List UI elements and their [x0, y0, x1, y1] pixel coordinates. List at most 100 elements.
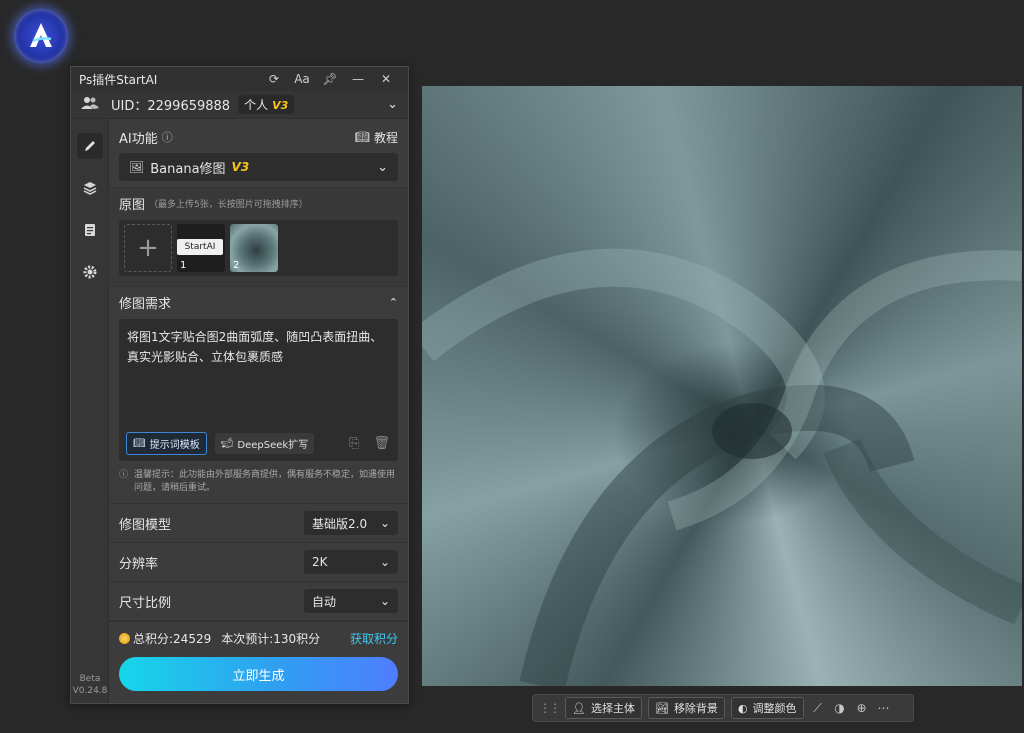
contextual-toolbar: ⋮⋮ 👤︎ 选择主体 🏞︎ 移除背景 ◐ 调整颜色 ⟋ ◑ ⊕ ⋯ [532, 694, 914, 722]
info-icon: ⓘ [119, 470, 129, 480]
param-label: 尺寸比例 [119, 595, 172, 611]
image-thumbnail[interactable]: 2 [230, 224, 278, 272]
source-images-section: 原图 （最多上传5张，长按图片可拖拽排序） + StartAI 1 2 [109, 188, 408, 287]
param-label: 分辨率 [119, 556, 159, 572]
param-aspect-ratio: 尺寸比例 自动 ⌄ [109, 582, 408, 621]
app-logo[interactable] [14, 9, 68, 63]
user-id: UID：2299659888 [111, 99, 231, 114]
requirement-label: 修图需求 [119, 296, 172, 312]
book-icon: 📖︎ [354, 130, 370, 144]
thumbnail-number: 1 [180, 260, 187, 271]
panel-title: Ps插件StartAI [79, 72, 158, 87]
users-icon [81, 96, 101, 114]
person-icon: 👤︎ [572, 701, 586, 715]
close-icon[interactable]: ✕ [372, 72, 400, 86]
landscape-icon: 🏞︎ [654, 701, 669, 715]
prompt-template-button[interactable]: 📖︎ 提示词模板 [126, 432, 207, 455]
panel-titlebar: Ps插件StartAI ⟳ Aa 📌︎ — ✕ [71, 67, 408, 91]
layer-add-icon[interactable]: ⊕ [854, 701, 870, 715]
total-points: 总积分:24529 [133, 632, 212, 646]
tutorial-label: 教程 [373, 130, 398, 145]
font-size-button[interactable]: Aa [288, 72, 316, 86]
panel-footer: 总积分:24529 本次预计:130积分 获取积分 立即生成 [109, 621, 408, 703]
aspect-ratio-value: 自动 [312, 594, 337, 609]
version-label: V0.24.8 [72, 686, 108, 696]
ai-function-version: V3 [231, 160, 250, 174]
side-nav: Beta V0.24.8 [71, 119, 109, 703]
param-resolution: 分辨率 2K ⌄ [109, 543, 408, 582]
adjust-icon: ◐ [737, 701, 748, 715]
plan-version: V3 [272, 99, 289, 112]
version-info: Beta V0.24.8 [71, 673, 109, 697]
model-select[interactable]: 基础版2.0 ⌄ [304, 511, 398, 535]
model-value: 基础版2.0 [312, 516, 368, 531]
thumbnail-number: 2 [233, 260, 240, 271]
trash-icon[interactable]: 🗑︎ [373, 436, 390, 451]
estimated-cost: 本次预计:130积分 [221, 632, 321, 646]
book-icon: 📖︎ [133, 438, 146, 449]
aspect-ratio-select[interactable]: 自动 ⌄ [304, 589, 398, 613]
tutorial-link[interactable]: 📖︎ 教程 [355, 129, 398, 146]
chevron-down-icon: ⌄ [379, 594, 390, 608]
param-model: 修图模型 基础版2.0 ⌄ [109, 504, 408, 543]
get-points-link[interactable]: 获取积分 [350, 630, 398, 647]
image-thumbnail[interactable]: StartAI 1 [177, 224, 225, 272]
refresh-icon[interactable]: ⟳ [260, 72, 288, 86]
brush-icon[interactable] [77, 133, 103, 159]
ai-function-select[interactable]: 🖼︎ Banana修图 V3 ⌄ [119, 153, 398, 181]
canvas-image[interactable] [422, 86, 1022, 686]
requirement-textarea[interactable]: 将图1文字贴合图2曲面弧度、随凹凸表面扭曲、真实光影贴合、立体包裹质感 📖︎ 提… [119, 319, 398, 461]
pin-icon[interactable]: 📌︎ [316, 72, 344, 86]
plugin-panel: Ps插件StartAI ⟳ Aa 📌︎ — ✕ UID：2299659888 个… [70, 66, 409, 704]
layers-icon[interactable] [77, 175, 103, 201]
adjust-color-button[interactable]: ◐ 调整颜色 [730, 697, 804, 719]
ai-function-label: AI功能 [119, 131, 158, 147]
upload-area: + StartAI 1 2 [119, 220, 398, 276]
chevron-down-icon: ⌄ [379, 516, 390, 530]
chevron-up-icon[interactable]: ⌃ [389, 296, 398, 309]
document-icon[interactable] [77, 217, 103, 243]
add-image-button[interactable]: + [124, 224, 172, 272]
whale-icon: 🐋︎ [220, 438, 234, 449]
prompt-template-label: 提示词模板 [149, 440, 200, 451]
ai-function-section: AI功能 ⓘ 📖︎ 教程 🖼︎ Banana修图 V3 ⌄ [109, 119, 408, 188]
source-images-label: 原图 [119, 197, 146, 213]
generate-button[interactable]: 立即生成 [119, 657, 398, 691]
source-images-hint: （最多上传5张，长按图片可拖拽排序） [149, 199, 308, 210]
select-subject-label: 选择主体 [590, 702, 635, 715]
plan-name: 个人 [244, 98, 269, 112]
remove-background-label: 移除背景 [673, 702, 718, 715]
param-label: 修图模型 [119, 517, 172, 533]
plan-badge: 个人 V3 [238, 95, 295, 114]
remove-background-button[interactable]: 🏞︎ 移除背景 [647, 697, 725, 719]
resolution-value: 2K [312, 555, 328, 569]
chevron-down-icon: ⌄ [379, 555, 390, 569]
requirement-section: 修图需求 ⌃ 将图1文字贴合图2曲面弧度、随凹凸表面扭曲、真实光影贴合、立体包裹… [109, 287, 408, 504]
beta-label: Beta [79, 674, 101, 684]
crop-icon[interactable]: ⟋ [810, 701, 826, 716]
resolution-select[interactable]: 2K ⌄ [304, 550, 398, 574]
history-icon[interactable]: ⎘ [349, 436, 359, 451]
user-bar[interactable]: UID：2299659888 个人 V3 ⌄ [71, 91, 408, 119]
contrast-icon[interactable]: ◑ [832, 701, 848, 715]
coin-icon [119, 633, 130, 644]
deepseek-label: DeepSeek扩写 [237, 440, 309, 451]
thumbnail-label: StartAI [177, 239, 223, 255]
info-icon[interactable]: ⓘ [162, 129, 173, 145]
ai-function-value: Banana修图 [150, 161, 226, 177]
deepseek-expand-button[interactable]: 🐋︎ DeepSeek扩写 [214, 433, 315, 454]
select-subject-button[interactable]: 👤︎ 选择主体 [565, 697, 642, 719]
requirement-text: 将图1文字贴合图2曲面弧度、随凹凸表面扭曲、真实光影贴合、立体包裹质感 [127, 330, 383, 364]
minimize-icon[interactable]: — [344, 72, 372, 86]
logo-a-icon [30, 23, 52, 47]
fabric-swirl [422, 248, 1022, 686]
drag-handle[interactable]: ⋮⋮ [539, 701, 561, 715]
notice-text: 温馨提示：此功能由外部服务商提供，偶有服务不稳定，如遇使用问题，请稍后重试。 [134, 470, 396, 493]
chevron-down-icon[interactable]: ⌄ [387, 97, 398, 112]
adjust-color-label: 调整颜色 [752, 702, 797, 715]
gear-icon[interactable] [77, 259, 103, 285]
more-icon[interactable]: ⋯ [876, 701, 892, 715]
notice: ⓘ 温馨提示：此功能由外部服务商提供，偶有服务不稳定，如遇使用问题，请稍后重试。 [119, 461, 398, 503]
image-icon: 🖼︎ [129, 160, 145, 174]
chevron-down-icon: ⌄ [377, 159, 388, 175]
